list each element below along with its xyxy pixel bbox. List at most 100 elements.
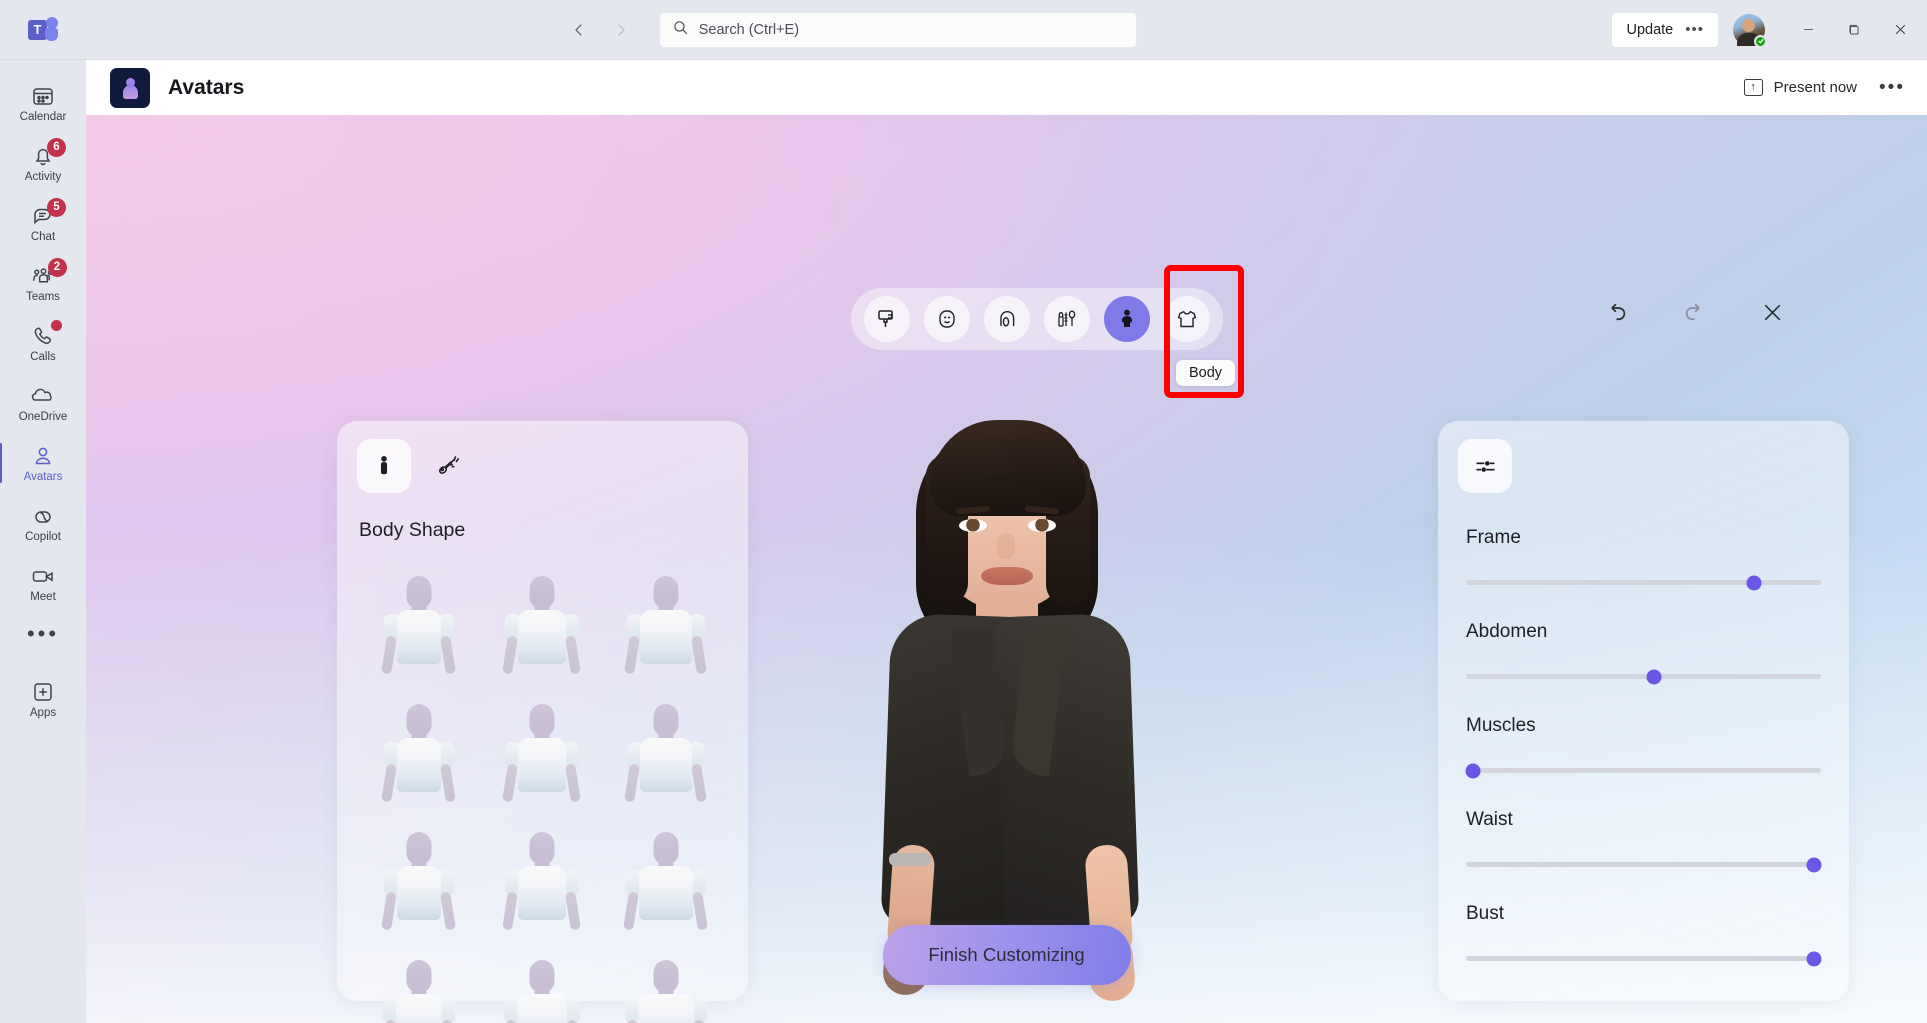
- slider-track[interactable]: [1466, 951, 1822, 966]
- redo-icon[interactable]: [1679, 297, 1709, 327]
- sidebar-item-calls[interactable]: Calls: [5, 314, 81, 372]
- sidebar-item-avatars[interactable]: Avatars: [0, 434, 81, 492]
- title-bar: Search (Ctrl+E) Update •••: [0, 0, 1927, 60]
- category-hair-button[interactable]: [984, 296, 1030, 342]
- body-shape-option[interactable]: [483, 686, 603, 808]
- category-face-button[interactable]: [924, 296, 970, 342]
- slider-track[interactable]: [1466, 857, 1822, 872]
- rail-more-button[interactable]: •••: [27, 614, 59, 654]
- slider-track[interactable]: [1465, 763, 1821, 778]
- panel-title: Body Shape: [359, 519, 466, 541]
- slider-muscles: Muscles: [1465, 715, 1821, 778]
- plus-box-icon: [31, 679, 55, 705]
- avatar-editor-canvas: Body Body Shape Frame Abdomen Muscles Wa…: [86, 115, 1927, 1023]
- copilot-icon: [31, 503, 56, 529]
- video-icon: [30, 563, 56, 589]
- sidebar-item-label: Copilot: [25, 530, 61, 543]
- phone-icon: [31, 319, 62, 349]
- slider-track[interactable]: [1466, 575, 1821, 590]
- finish-customizing-button[interactable]: Finish Customizing: [882, 925, 1131, 985]
- body-shape-panel: Body Shape: [337, 421, 748, 1023]
- left-panel-tabs: [337, 421, 748, 493]
- slider-list: Frame Abdomen Muscles Waist Bust: [1438, 493, 1849, 966]
- category-body-button[interactable]: [1104, 296, 1150, 342]
- body-shape-option[interactable]: [606, 558, 726, 680]
- slider-knob[interactable]: [1646, 669, 1662, 684]
- category-style-button[interactable]: [864, 296, 910, 342]
- body-shape-option[interactable]: [483, 942, 603, 1023]
- sidebar-item-teams[interactable]: 2 Teams: [5, 254, 81, 312]
- app-rail: Calendar 6 Activity 5 Chat 2 Teams Calls…: [0, 60, 86, 1023]
- search-input[interactable]: Search (Ctrl+E): [658, 11, 1137, 48]
- category-clothes-button[interactable]: [1164, 296, 1210, 342]
- titlebar-right: Update •••: [1611, 8, 1927, 52]
- present-now-button[interactable]: ↑ Present now: [1743, 79, 1858, 96]
- teams-badge: 2: [47, 257, 67, 277]
- update-more-icon[interactable]: •••: [1685, 21, 1704, 38]
- header-more-button[interactable]: •••: [1879, 77, 1905, 99]
- present-now-label: Present now: [1773, 79, 1858, 96]
- sidebar-item-label: Activity: [24, 170, 62, 183]
- forward-button[interactable]: [603, 12, 639, 48]
- page-title: Avatars: [168, 75, 245, 99]
- slider-knob[interactable]: [1746, 575, 1762, 590]
- slider-track[interactable]: [1466, 669, 1821, 684]
- avatar[interactable]: [1733, 13, 1767, 48]
- sidebar-item-meet[interactable]: Meet: [5, 554, 81, 612]
- body-shape-option[interactable]: [483, 558, 603, 680]
- slider-knob[interactable]: [1465, 763, 1481, 778]
- slider-label: Waist: [1466, 809, 1513, 830]
- sidebar-item-label: Calendar: [19, 110, 67, 123]
- update-button[interactable]: Update •••: [1611, 11, 1719, 48]
- body-shape-option[interactable]: [483, 814, 603, 936]
- sidebar-item-apps[interactable]: Apps: [5, 670, 81, 728]
- close-icon[interactable]: [1757, 297, 1787, 327]
- activity-badge: 6: [47, 137, 66, 157]
- person-icon: [31, 443, 55, 469]
- sidebar-item-onedrive[interactable]: OneDrive: [5, 374, 81, 432]
- body-shape-option[interactable]: [359, 686, 479, 808]
- nav-buttons: [561, 12, 639, 48]
- right-panel-tabs: [1438, 421, 1849, 493]
- tab-body-sliders[interactable]: [1458, 439, 1512, 493]
- category-makeup-button[interactable]: [1044, 296, 1090, 342]
- undo-icon[interactable]: [1601, 297, 1631, 327]
- update-label: Update: [1626, 21, 1674, 38]
- search-placeholder: Search (Ctrl+E): [698, 21, 800, 38]
- sidebar-item-label: Apps: [29, 706, 57, 719]
- body-shape-option[interactable]: [606, 814, 726, 936]
- sidebar-item-activity[interactable]: 6 Activity: [5, 134, 81, 192]
- presence-available-icon: [1754, 34, 1767, 48]
- avatars-app-icon: [110, 67, 150, 108]
- maximize-button[interactable]: [1831, 8, 1877, 52]
- sidebar-item-label: Avatars: [23, 470, 63, 483]
- editor-tools: [1601, 297, 1787, 327]
- slider-label: Abdomen: [1466, 621, 1548, 642]
- slider-knob[interactable]: [1806, 951, 1822, 966]
- slider-abdomen: Abdomen: [1466, 621, 1821, 684]
- body-shape-option[interactable]: [359, 814, 479, 936]
- calls-dot-badge: [51, 319, 62, 331]
- slider-knob[interactable]: [1806, 857, 1822, 872]
- tab-body-shape[interactable]: [357, 439, 411, 493]
- body-shape-option[interactable]: [359, 942, 479, 1023]
- app-header: Avatars ↑ Present now •••: [86, 60, 1927, 115]
- sidebar-item-chat[interactable]: 5 Chat: [5, 194, 81, 252]
- close-button[interactable]: [1877, 8, 1923, 52]
- sidebar-item-label: OneDrive: [18, 410, 68, 423]
- cloud-icon: [30, 383, 56, 409]
- tab-prosthetics[interactable]: [423, 439, 477, 493]
- slider-waist: Waist: [1466, 809, 1822, 872]
- sidebar-item-calendar[interactable]: Calendar: [5, 74, 81, 132]
- minimize-button[interactable]: [1785, 8, 1831, 52]
- body-shape-option[interactable]: [606, 686, 726, 808]
- slider-label: Muscles: [1466, 715, 1536, 736]
- body-shape-option[interactable]: [606, 942, 726, 1023]
- category-toolbar: [851, 288, 1223, 350]
- back-button[interactable]: [561, 12, 597, 48]
- teams-icon: 2: [31, 257, 67, 289]
- slider-label: Bust: [1466, 903, 1505, 924]
- sidebar-item-copilot[interactable]: Copilot: [5, 494, 81, 552]
- sidebar-item-label: Calls: [30, 350, 56, 363]
- body-shape-option[interactable]: [359, 558, 479, 680]
